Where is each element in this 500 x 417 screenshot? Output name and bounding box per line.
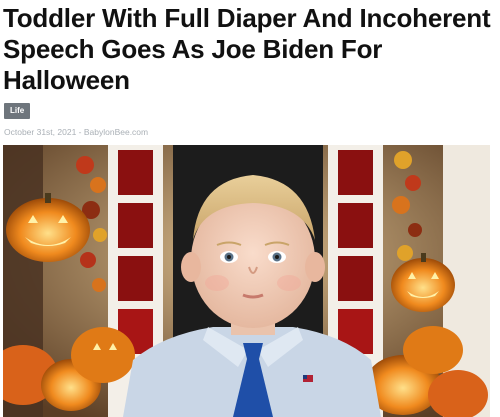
article-source: BabylonBee.com <box>83 127 149 137</box>
right-window-pane-1 <box>338 150 373 195</box>
right-ear <box>305 252 325 282</box>
article-page: Toddler With Full Diaper And Incoherent … <box>0 0 500 417</box>
right-window-pane-3 <box>338 256 373 301</box>
article-headline: Toddler With Full Diaper And Incoherent … <box>3 3 491 95</box>
article-date: October 31st, 2021 <box>4 127 77 137</box>
meta-separator: - <box>76 127 84 137</box>
hero-image <box>3 145 490 417</box>
left-window-pane-2 <box>118 203 153 248</box>
category-tag[interactable]: Life <box>4 103 31 119</box>
left-window-pane-3 <box>118 256 153 301</box>
hero-image-illustration <box>3 145 490 417</box>
article-meta: October 31st, 2021 - BabylonBee.com <box>4 127 148 137</box>
left-ear <box>181 252 201 282</box>
right-window-pane-2 <box>338 203 373 248</box>
left-window-pane-1 <box>118 150 153 195</box>
